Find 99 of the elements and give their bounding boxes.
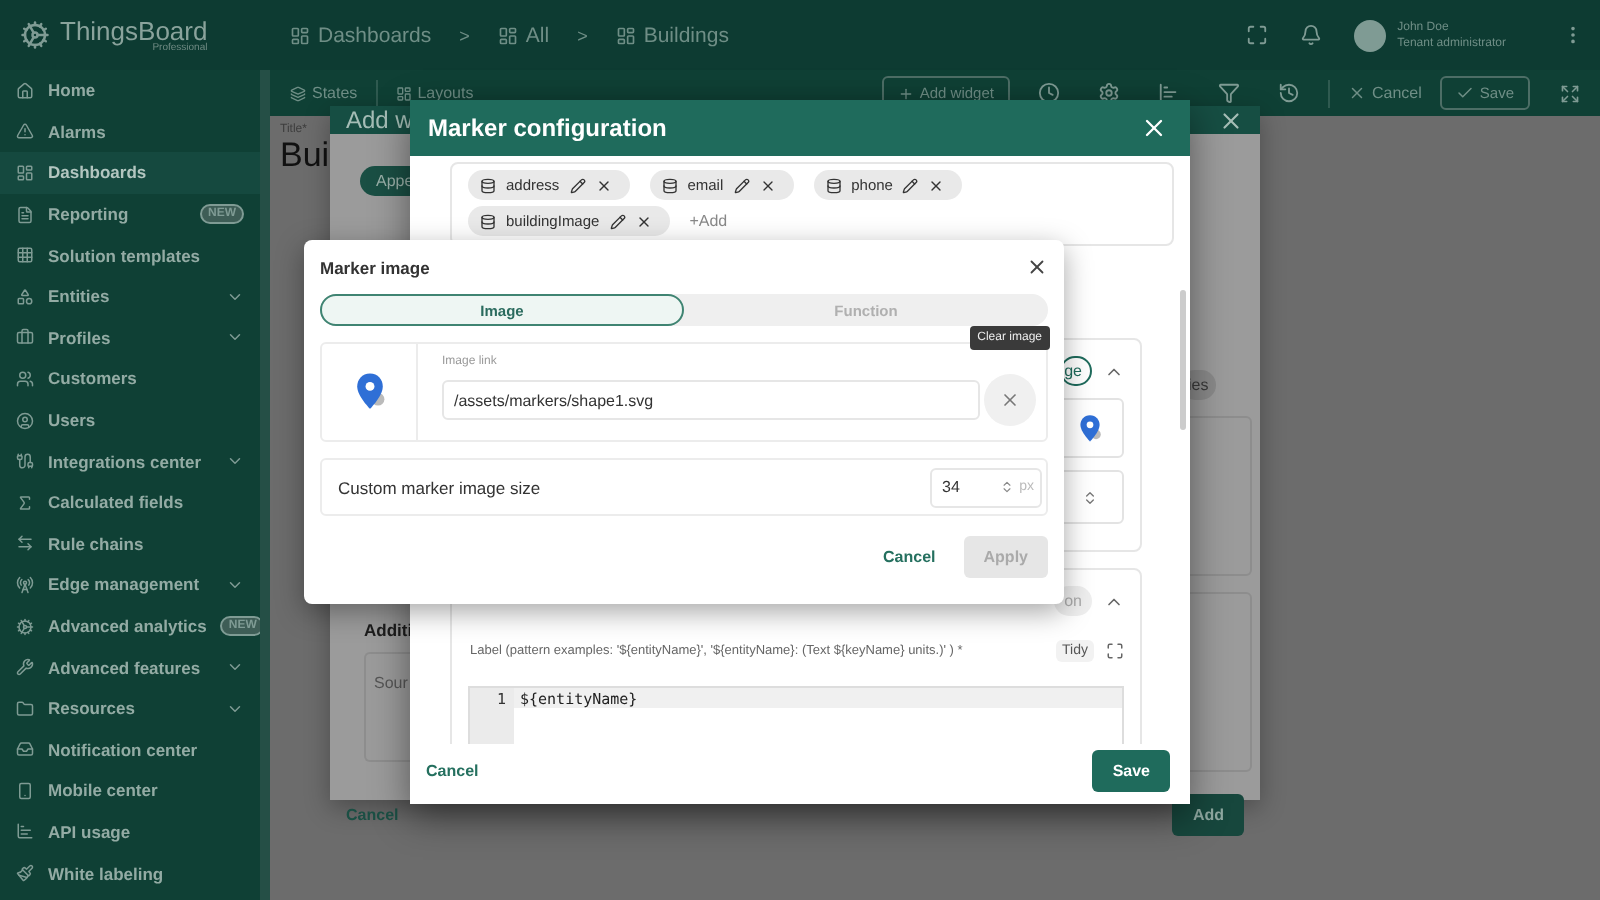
sidebar-item[interactable]: Entities (0, 275, 260, 318)
close-icon (1347, 84, 1366, 102)
breadcrumb-separator: > (459, 25, 470, 45)
edit-icon[interactable] (609, 213, 626, 229)
sidebar-item[interactable]: Dashboards (0, 152, 260, 194)
states-button[interactable]: States (290, 84, 358, 102)
sidebar-item[interactable]: White labeling (0, 852, 260, 894)
shapes-icon (16, 287, 34, 306)
logo-text: ThingsBoard (60, 17, 208, 43)
dashboard-icon (290, 25, 310, 45)
document-icon (16, 205, 34, 224)
cancel-button[interactable]: Cancel (1347, 84, 1422, 102)
save-button[interactable]: Save (1092, 749, 1170, 791)
avatar-icon[interactable] (1353, 19, 1386, 51)
scrollbar[interactable] (1180, 290, 1186, 430)
fullscreen-icon[interactable] (1106, 642, 1124, 660)
layouts-button[interactable]: Layouts (395, 84, 474, 102)
wrench-icon (16, 658, 34, 677)
close-icon[interactable] (1140, 114, 1168, 142)
remove-icon[interactable] (595, 177, 612, 193)
fullscreen-icon[interactable] (1245, 24, 1268, 46)
remove-icon[interactable] (759, 177, 776, 193)
sidebar-item[interactable]: Resources (0, 687, 260, 729)
cancel-button[interactable]: Cancel (883, 548, 936, 566)
chart-icon (16, 822, 34, 841)
apply-button: Apply (963, 536, 1048, 578)
database-icon (480, 213, 496, 229)
home-icon (16, 81, 34, 100)
dashboard-icon (16, 163, 34, 182)
sidebar-item[interactable]: Home (0, 70, 260, 112)
tower-icon (16, 575, 34, 594)
sidebar-item[interactable]: Rule chains (0, 523, 260, 565)
plus-icon (897, 85, 914, 101)
sidebar-item[interactable]: Solution templates (0, 234, 260, 276)
map-pin-icon (1078, 413, 1102, 443)
edit-icon[interactable] (569, 177, 586, 193)
sidebar-item[interactable]: Edge management (0, 564, 260, 606)
sidebar-item[interactable]: Profiles (0, 317, 260, 359)
add-key-input[interactable]: +Add (689, 212, 728, 230)
sidebar-item[interactable]: Customers (0, 358, 260, 400)
sidebar-item[interactable]: Mobile center (0, 770, 260, 812)
remove-icon[interactable] (635, 213, 652, 229)
breadcrumb-link[interactable]: Dashboards (290, 23, 432, 47)
edit-icon[interactable] (902, 177, 919, 193)
size-value: 34 (942, 478, 962, 496)
phone-icon (16, 781, 34, 800)
check-icon (1455, 84, 1474, 102)
alert-icon (16, 122, 34, 141)
database-icon (480, 177, 496, 193)
grid-icon (16, 246, 34, 265)
breadcrumb-link[interactable]: All (497, 23, 550, 47)
layout-icon (395, 85, 412, 101)
section-title: Additi (364, 620, 413, 640)
history-icon[interactable] (1277, 82, 1300, 104)
dashboard-icon (615, 25, 636, 45)
notifications-icon[interactable] (1299, 24, 1322, 46)
layers-icon (290, 85, 306, 101)
folder-icon (16, 699, 34, 718)
sidebar-item[interactable]: API usage (0, 811, 260, 853)
brush-icon (16, 864, 34, 883)
dialog-title: Marker image (320, 257, 430, 277)
close-icon[interactable] (1026, 256, 1048, 278)
fullscreen-icon[interactable] (1560, 83, 1580, 103)
close-icon (1000, 390, 1020, 410)
spinner-icon[interactable] (999, 480, 1014, 494)
database-icon (661, 177, 678, 193)
dialog-title: Marker configuration (428, 114, 667, 142)
add-button[interactable]: Add (1172, 794, 1244, 836)
dashboard-icon (497, 25, 518, 45)
user-icon (16, 411, 34, 430)
close-icon[interactable] (1218, 107, 1244, 133)
sidebar-item[interactable]: Calculated fields (0, 481, 260, 524)
sigma-icon (16, 493, 34, 512)
remove-icon[interactable] (928, 177, 945, 193)
field-label: Custom marker image size (338, 477, 541, 497)
image-link-field[interactable]: /assets/markers/shape1.svg (442, 380, 980, 420)
map-pin-icon (353, 372, 385, 412)
briefcase-icon (16, 328, 34, 347)
cancel-button[interactable]: Cancel (426, 761, 479, 779)
filter-icon[interactable] (1217, 82, 1240, 104)
logo-icon (20, 20, 50, 50)
clock-icon[interactable] (1037, 82, 1060, 104)
settings-icon[interactable] (1097, 82, 1120, 104)
plug-icon (16, 452, 34, 471)
sidebar-item[interactable]: Users (0, 399, 260, 441)
sidebar-item[interactable]: Integrations center (0, 440, 260, 482)
edit-icon[interactable] (733, 177, 750, 193)
sidebar-item[interactable]: Notification center (0, 729, 260, 771)
sidebar-item[interactable]: Advanced features (0, 646, 260, 688)
database-icon (825, 177, 842, 193)
gear-icon (16, 617, 34, 636)
breadcrumb-link[interactable]: Buildings (615, 23, 729, 47)
users-icon (16, 369, 34, 388)
dashboard-title: Bui (280, 136, 330, 176)
arrows-icon (16, 534, 34, 553)
breadcrumb-separator: > (577, 25, 588, 45)
spinner-icon (1082, 489, 1098, 505)
sidebar-item[interactable]: Alarms (0, 111, 260, 153)
inbox-icon (16, 740, 34, 759)
